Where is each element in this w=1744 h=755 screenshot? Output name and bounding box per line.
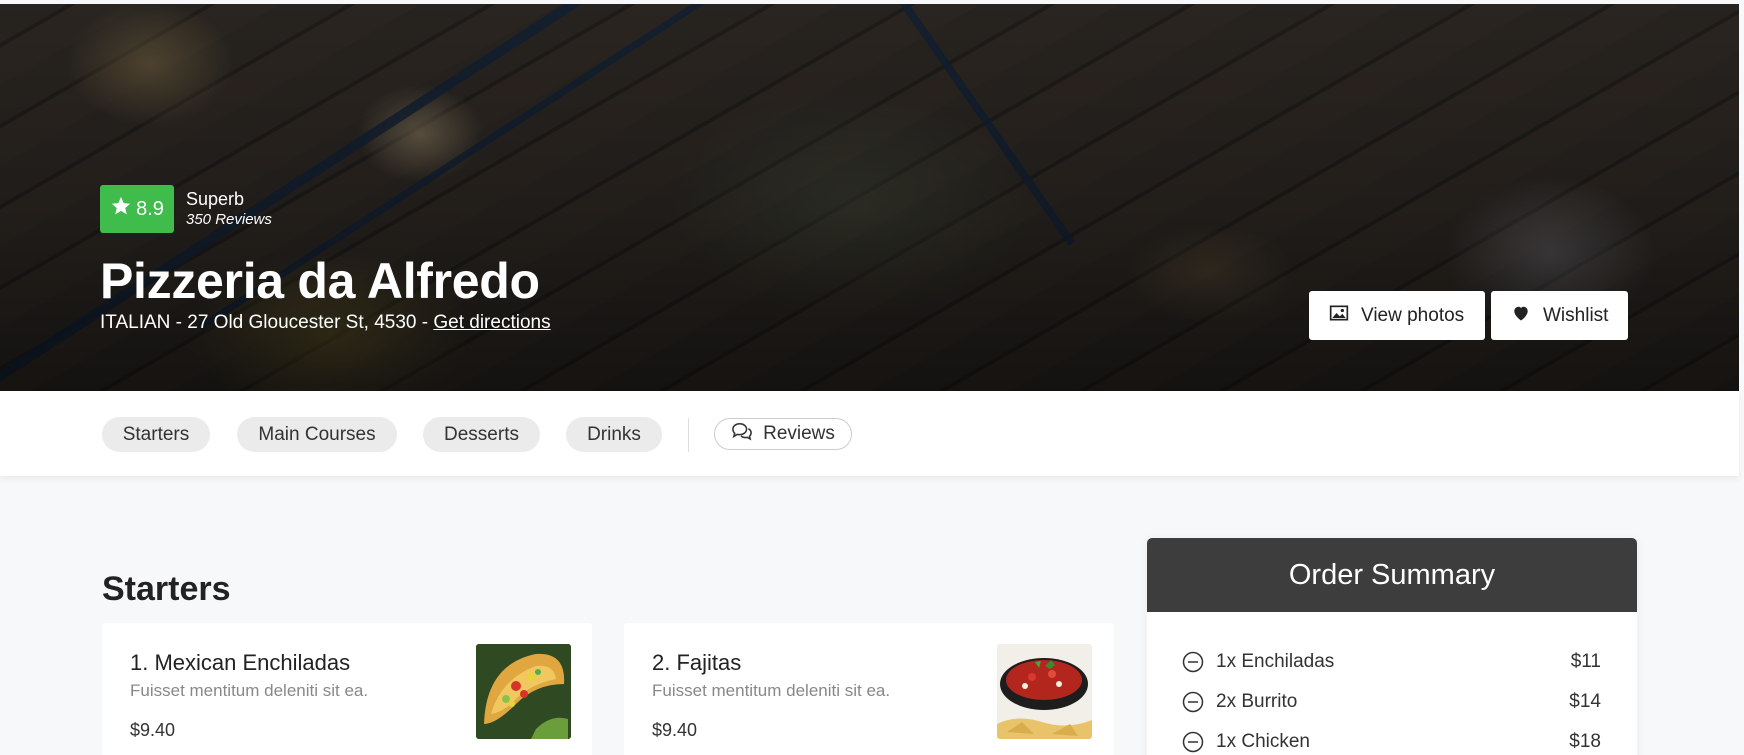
order-item-label: 1x Chicken [1216,731,1310,752]
address-line: ITALIAN - 27 Old Gloucester St, 4530 - G… [100,312,551,334]
rating-block: 8.9 Superb 350 Reviews [100,185,272,233]
menu-item-card[interactable]: 2. Fajitas Fuisset mentitum deleniti sit… [624,623,1114,755]
menu-item-description: Fuisset mentitum deleniti sit ea. [652,681,891,700]
order-line-item: 2x Burrito $14 [1182,688,1601,716]
restaurant-name: Pizzeria da Alfredo [100,253,540,309]
category-main-courses[interactable]: Main Courses [237,417,397,452]
order-item-label: 1x Enchiladas [1216,651,1335,672]
rating-badge: 8.9 [100,185,174,233]
menu-item-name: 1. Mexican Enchiladas [130,650,351,675]
order-line-item: 1x Chicken $18 [1182,728,1601,755]
menu-item-price: $9.40 [652,720,698,740]
nav-divider [688,418,689,452]
category-desserts[interactable]: Desserts [423,417,540,452]
address-text: ITALIAN - 27 Old Gloucester St, 4530 - [100,312,434,333]
order-summary-panel: Order Summary 1x Enchiladas $11 2x Burri… [1147,538,1637,755]
rating-label: Superb [186,189,245,209]
category-starters[interactable]: Starters [102,417,210,452]
category-drinks[interactable]: Drinks [566,417,662,452]
wishlist-button[interactable]: Wishlist [1491,291,1628,340]
heart-icon [1511,303,1531,329]
rating-value: 8.9 [136,197,164,220]
remove-circle-icon[interactable] [1182,651,1204,673]
review-count: 350 Reviews [186,211,272,228]
star-icon [110,195,132,223]
menu-item-price: $9.40 [130,720,176,740]
menu-item-description: Fuisset mentitum deleniti sit ea. [130,681,369,700]
category-nav: Starters Main Courses Desserts Drinks Re… [0,391,1739,476]
remove-circle-icon[interactable] [1182,691,1204,713]
salsa-bowl-image [997,644,1092,739]
get-directions-link[interactable]: Get directions [433,312,550,333]
order-item-price: $18 [1569,731,1601,752]
chat-bubbles-icon [731,421,753,447]
order-summary-title: Order Summary [1147,538,1637,612]
order-item-price: $11 [1570,651,1601,672]
order-line-item: 1x Enchiladas $11 [1182,648,1601,676]
section-title: Starters [102,570,231,608]
reviews-tab[interactable]: Reviews [714,418,852,450]
image-icon [1329,303,1349,329]
remove-circle-icon[interactable] [1182,731,1204,753]
view-photos-label: View photos [1361,304,1465,326]
menu-item-name: 2. Fajitas [652,650,742,675]
reviews-label: Reviews [763,423,835,444]
wishlist-label: Wishlist [1543,304,1609,326]
order-item-label: 2x Burrito [1216,691,1298,712]
view-photos-button[interactable]: View photos [1309,291,1485,340]
hero-banner: 8.9 Superb 350 Reviews Pizzeria da Alfre… [0,4,1739,391]
order-item-price: $14 [1569,691,1601,712]
taco-image [476,644,571,739]
menu-item-card[interactable]: 1. Mexican Enchiladas Fuisset mentitum d… [102,623,592,755]
